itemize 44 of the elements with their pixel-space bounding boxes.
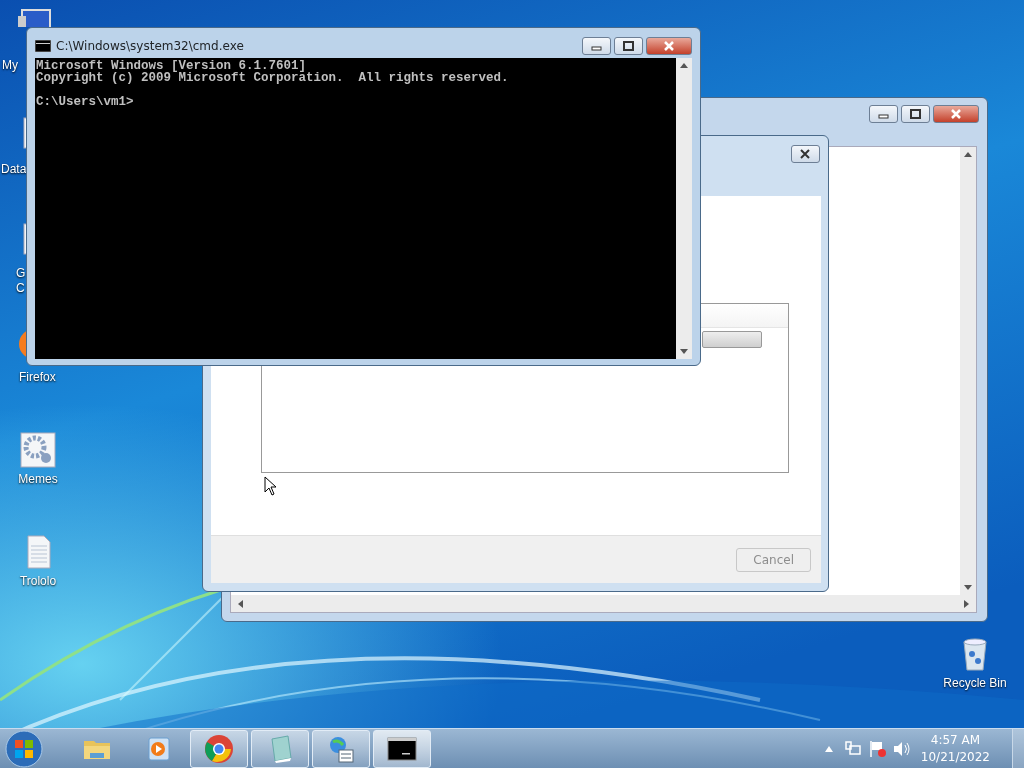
max-button[interactable]	[901, 105, 930, 123]
vertical-scrollbar[interactable]	[676, 58, 692, 359]
header-cell	[702, 331, 762, 348]
icon-label: G C	[16, 266, 26, 296]
flag-icon[interactable]	[868, 739, 887, 758]
close-icon	[663, 40, 675, 51]
computer-icon[interactable]	[18, 8, 54, 27]
close-button[interactable]	[933, 105, 979, 123]
close-icon	[800, 149, 811, 159]
caret-icon[interactable]	[824, 745, 833, 752]
maximize-icon	[623, 40, 634, 51]
console-line: Microsoft Windows [Version 6.1.7601]	[36, 60, 307, 72]
clock[interactable]: 4:57 AM 10/21/2022	[920, 731, 990, 766]
network-icon[interactable]	[844, 740, 861, 757]
close-icon	[950, 109, 962, 119]
scroll-up-icon[interactable]	[680, 62, 688, 69]
scroll-left-icon[interactable]	[237, 599, 244, 608]
icon-label: Memes	[18, 472, 58, 487]
min-button[interactable]	[582, 36, 611, 55]
icon-label: My	[2, 58, 18, 73]
console-prompt: C:\Users\vm1>	[36, 96, 135, 108]
horizontal-scrollbar[interactable]	[231, 595, 976, 612]
taskbar-button[interactable]	[373, 729, 431, 768]
scroll-right-icon[interactable]	[963, 599, 970, 608]
icon-label: Firefox	[19, 370, 56, 385]
console-line: Copyright (c) 2009 Microsoft Corporation. All rights reserved.	[36, 72, 510, 84]
close-button[interactable]	[646, 36, 692, 55]
min-button[interactable]	[869, 105, 898, 123]
speaker-icon[interactable]	[892, 740, 911, 757]
window-title: C:\Windows\system32\cmd.exe	[56, 37, 245, 55]
scroll-up-icon[interactable]	[964, 151, 972, 158]
max-button[interactable]	[614, 36, 643, 55]
terminal-icon	[35, 39, 51, 52]
scroll-down-icon[interactable]	[964, 584, 972, 591]
maximize-icon	[910, 109, 921, 119]
gears-icon[interactable]	[20, 432, 56, 468]
vertical-scrollbar[interactable]	[960, 147, 976, 595]
icon-label: Data	[1, 162, 27, 177]
close-button[interactable]	[791, 145, 820, 163]
scroll-down-icon[interactable]	[680, 348, 688, 355]
icon-label: Recycle Bin	[943, 676, 1007, 691]
icon-label: Trololo	[19, 574, 57, 589]
mouse-cursor-icon	[264, 476, 278, 497]
start-button[interactable]	[4, 728, 44, 768]
